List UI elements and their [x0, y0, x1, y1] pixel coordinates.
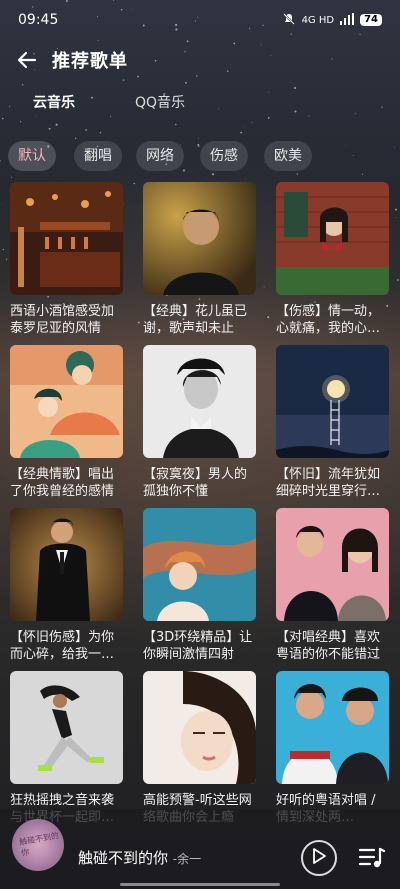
star: [198, 138, 200, 139]
now-playing-info[interactable]: 触碰不到的你 -余一: [78, 847, 201, 868]
playlist-card[interactable]: 西语小酒馆感受加泰罗尼亚的风情: [10, 182, 123, 337]
playlist-cover: [10, 182, 123, 295]
chip-default[interactable]: 默认: [8, 141, 56, 171]
playlist-card[interactable]: 【怀旧】流年犹如细碎时光里穿行…: [276, 345, 389, 500]
chip-western[interactable]: 欧美: [264, 141, 312, 171]
playlist-cover: [143, 508, 256, 621]
star: [361, 173, 363, 175]
playlist-card[interactable]: 【经典】花儿虽已谢，歌声却未止: [143, 182, 256, 337]
status-icons: 4G HD 74: [282, 12, 382, 29]
top-bar: 推荐歌单: [0, 40, 400, 80]
playlist-card[interactable]: 好听的粤语对唱 / 情到深处两…: [276, 671, 389, 826]
star: [48, 127, 51, 130]
star: [245, 178, 246, 179]
playlist-cover: [10, 508, 123, 621]
playlist-title: 【经典情歌】唱出了你我曾经的感情: [10, 467, 115, 499]
arrow-left-icon[interactable]: [14, 47, 40, 73]
home-indicator[interactable]: [120, 883, 280, 886]
play-icon: [312, 848, 326, 868]
star: [85, 129, 87, 131]
star: [55, 123, 58, 126]
playlist-title: 【怀旧】流年犹如细碎时光里穿行…: [276, 467, 381, 499]
star: [123, 202, 125, 204]
chip-internet[interactable]: 网络: [136, 141, 184, 171]
star: [267, 316, 270, 319]
playlist-cover: [276, 508, 389, 621]
star: [20, 121, 22, 123]
disc-caption: 触碰不到的你: [18, 831, 60, 858]
album-disc[interactable]: 触碰不到的你: [12, 819, 64, 871]
playlist-card[interactable]: 【对唱经典】喜欢粤语的你不能错过: [276, 508, 389, 663]
star: [296, 173, 298, 175]
now-playing-song: 触碰不到的你: [78, 849, 169, 867]
star: [240, 131, 243, 134]
star: [395, 217, 397, 218]
star: [2, 248, 5, 251]
mini-player[interactable]: 触碰不到的你 触碰不到的你 -余一: [0, 809, 400, 889]
playlist-title: 【3D环绕精品】让你瞬间激情四射: [143, 630, 253, 662]
playlist-title: 【伤感】情一动，心就痛，我的心…: [276, 304, 381, 336]
playlist-cover: [276, 182, 389, 295]
playlist-title: 【经典】花儿虽已谢，歌声却未止: [143, 304, 248, 336]
tab-qq-music[interactable]: QQ音乐: [135, 92, 185, 112]
status-time: 09:45: [18, 12, 59, 28]
playlist-card[interactable]: 高能预警-听这些网络歌曲你会上瘾: [143, 671, 256, 826]
playlist-cover: [143, 345, 256, 458]
playlist-button[interactable]: [358, 846, 386, 870]
battery-indicator: 74: [360, 14, 382, 26]
star: [243, 126, 245, 128]
playlist-card[interactable]: 【3D环绕精品】让你瞬间激情四射: [143, 508, 256, 663]
star: [293, 86, 296, 90]
network-indicator: 4G HD: [301, 14, 335, 26]
playlist-cover: [276, 671, 389, 784]
now-playing-artist: -余一: [172, 852, 202, 866]
chip-cover[interactable]: 翻唱: [74, 141, 122, 171]
star: [99, 132, 101, 134]
playlist-cover: [10, 671, 123, 784]
star: [211, 173, 215, 176]
playlist-card[interactable]: 狂热摇拽之音来袭与世界杯一起即…: [10, 671, 123, 826]
playlist-card[interactable]: 【怀旧伤感】为你而心碎，给我一…: [10, 508, 123, 663]
playlist-cover: [143, 182, 256, 295]
star: [397, 279, 399, 281]
playlist-title: 【寂寞夜】男人的孤独你不懂: [143, 467, 248, 499]
status-bar: 09:45 4G HD 74: [0, 0, 400, 40]
tab-cloud-music[interactable]: 云音乐: [33, 92, 75, 112]
star: [22, 84, 24, 86]
page-title: 推荐歌单: [52, 51, 128, 72]
category-chips: 默认 翻唱 网络 伤感 欧美: [0, 141, 400, 171]
star: [395, 208, 397, 211]
star: [133, 182, 135, 185]
star: [75, 137, 77, 139]
playlist-cover: [10, 345, 123, 458]
chip-sad[interactable]: 伤感: [200, 141, 248, 171]
star: [137, 321, 140, 324]
star: [175, 123, 177, 126]
playlist-icon: [358, 847, 386, 874]
playlist-title: 【对唱经典】喜欢粤语的你不能错过: [276, 630, 381, 662]
playlist-cover: [143, 671, 256, 784]
star: [263, 286, 265, 288]
source-tabs: 云音乐 QQ音乐: [0, 92, 400, 120]
playlist-title: 西语小酒馆感受加泰罗尼亚的风情: [10, 304, 115, 336]
star: [185, 82, 187, 84]
playlist-cover: [276, 345, 389, 458]
playlist-card[interactable]: 【寂寞夜】男人的孤独你不懂: [143, 345, 256, 500]
star: [6, 258, 8, 260]
playlist-card[interactable]: 【伤感】情一动，心就痛，我的心…: [276, 182, 389, 337]
signal-icon: [340, 12, 355, 28]
playlist-card[interactable]: 【经典情歌】唱出了你我曾经的感情: [10, 345, 123, 500]
star: [1, 204, 2, 205]
star: [11, 176, 13, 178]
star: [251, 121, 253, 123]
play-button[interactable]: [301, 840, 337, 876]
playlist-title: 【怀旧伤感】为你而心碎，给我一…: [10, 630, 115, 662]
bell-off-icon: [282, 12, 296, 29]
